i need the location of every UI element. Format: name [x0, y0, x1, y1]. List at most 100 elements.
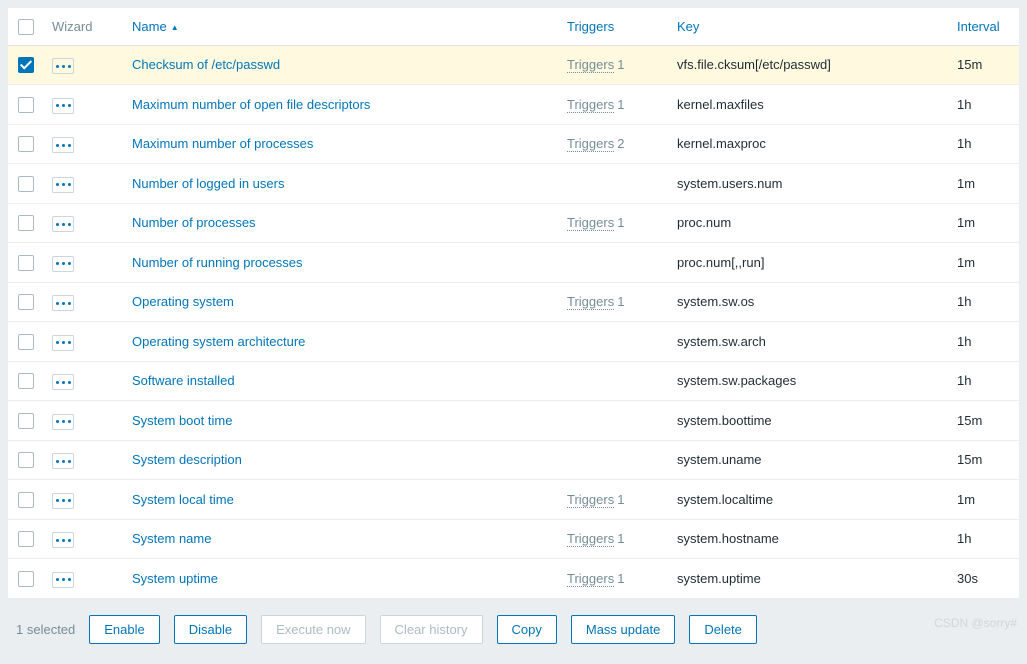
item-key: kernel.maxfiles: [669, 85, 949, 125]
item-name-link[interactable]: Number of logged in users: [132, 176, 284, 191]
wizard-menu-icon[interactable]: [52, 216, 74, 232]
wizard-menu-icon[interactable]: [52, 295, 74, 311]
item-name-link[interactable]: System local time: [132, 492, 234, 507]
wizard-menu-icon[interactable]: [52, 453, 74, 469]
wizard-menu-icon[interactable]: [52, 572, 74, 588]
triggers-count: 1: [617, 492, 624, 507]
wizard-menu-icon[interactable]: [52, 256, 74, 272]
item-name-link[interactable]: Number of running processes: [132, 255, 303, 270]
wizard-menu-icon[interactable]: [52, 414, 74, 430]
items-table: Wizard Name Triggers Key Interval Checks…: [8, 8, 1019, 599]
item-name-link[interactable]: Maximum number of open file descriptors: [132, 97, 370, 112]
item-interval: 1h: [949, 361, 1019, 401]
item-interval: 1m: [949, 203, 1019, 243]
disable-button[interactable]: Disable: [174, 615, 247, 644]
item-key: proc.num[,,run]: [669, 243, 949, 283]
row-checkbox[interactable]: [18, 413, 34, 429]
triggers-link[interactable]: Triggers: [567, 215, 614, 231]
wizard-menu-icon[interactable]: [52, 335, 74, 351]
item-key: kernel.maxproc: [669, 124, 949, 164]
item-name-link[interactable]: System boot time: [132, 413, 232, 428]
item-interval: 1h: [949, 519, 1019, 559]
triggers-link[interactable]: Triggers: [567, 97, 614, 113]
mass-update-button[interactable]: Mass update: [571, 615, 675, 644]
triggers-count: 2: [617, 136, 624, 151]
item-name-link[interactable]: Checksum of /etc/passwd: [132, 57, 280, 72]
item-interval: 1h: [949, 124, 1019, 164]
triggers-link[interactable]: Triggers: [567, 294, 614, 310]
item-interval: 15m: [949, 440, 1019, 480]
triggers-count: 1: [617, 57, 624, 72]
triggers-link[interactable]: Triggers: [567, 492, 614, 508]
select-all-checkbox[interactable]: [18, 19, 34, 35]
item-interval: 1h: [949, 322, 1019, 362]
item-name-link[interactable]: Software installed: [132, 373, 235, 388]
triggers-link[interactable]: Triggers: [567, 531, 614, 547]
copy-button[interactable]: Copy: [497, 615, 557, 644]
triggers-count: 1: [617, 294, 624, 309]
item-interval: 1m: [949, 164, 1019, 204]
row-checkbox[interactable]: [18, 571, 34, 587]
item-name-link[interactable]: Maximum number of processes: [132, 136, 313, 151]
table-row: Operating systemTriggers1system.sw.os1h: [8, 282, 1019, 322]
wizard-menu-icon[interactable]: [52, 177, 74, 193]
table-row: Maximum number of processes Triggers2 kern…: [8, 124, 1019, 164]
table-row: System name Triggers1 system.hostname1h: [8, 519, 1019, 559]
table-row: System descriptionsystem.uname15m: [8, 440, 1019, 480]
table-row: Number of processesTriggers1proc.num1m: [8, 203, 1019, 243]
triggers-count: 1: [617, 97, 624, 112]
triggers-link[interactable]: Triggers: [567, 571, 614, 587]
row-checkbox[interactable]: [18, 57, 34, 73]
col-wizard: Wizard: [44, 8, 124, 45]
item-interval: 1h: [949, 282, 1019, 322]
col-interval[interactable]: Interval: [949, 8, 1019, 45]
item-key: system.hostname: [669, 519, 949, 559]
wizard-menu-icon[interactable]: [52, 98, 74, 114]
item-name-link[interactable]: Number of processes: [132, 215, 256, 230]
item-name-link[interactable]: Operating system: [132, 294, 234, 309]
wizard-menu-icon[interactable]: [52, 374, 74, 390]
table-row: Checksum of /etc/passwd Triggers1 vfs.file…: [8, 45, 1019, 85]
triggers-count: 1: [617, 531, 624, 546]
item-key: system.boottime: [669, 401, 949, 441]
item-name-link[interactable]: System name: [132, 531, 211, 546]
triggers-link[interactable]: Triggers: [567, 136, 614, 152]
table-header-row: Wizard Name Triggers Key Interval: [8, 8, 1019, 45]
wizard-menu-icon[interactable]: [52, 493, 74, 509]
col-triggers[interactable]: Triggers: [559, 8, 669, 45]
col-name[interactable]: Name: [124, 8, 559, 45]
wizard-menu-icon[interactable]: [52, 58, 74, 74]
table-row: Number of logged in users system.users.nu…: [8, 164, 1019, 204]
row-checkbox[interactable]: [18, 136, 34, 152]
row-checkbox[interactable]: [18, 334, 34, 350]
clear-history-button: Clear history: [380, 615, 483, 644]
row-checkbox[interactable]: [18, 176, 34, 192]
delete-button[interactable]: Delete: [689, 615, 757, 644]
item-key: system.users.num: [669, 164, 949, 204]
item-key: system.sw.arch: [669, 322, 949, 362]
item-interval: 15m: [949, 401, 1019, 441]
row-checkbox[interactable]: [18, 215, 34, 231]
item-name-link[interactable]: System uptime: [132, 571, 218, 586]
item-key: vfs.file.cksum[/etc/passwd]: [669, 45, 949, 85]
row-checkbox[interactable]: [18, 452, 34, 468]
enable-button[interactable]: Enable: [89, 615, 159, 644]
row-checkbox[interactable]: [18, 255, 34, 271]
row-checkbox[interactable]: [18, 492, 34, 508]
item-name-link[interactable]: Operating system architecture: [132, 334, 305, 349]
table-row: Number of running processes proc.num[,,ru…: [8, 243, 1019, 283]
col-key[interactable]: Key: [669, 8, 949, 45]
item-key: system.sw.packages: [669, 361, 949, 401]
wizard-menu-icon[interactable]: [52, 137, 74, 153]
triggers-link[interactable]: Triggers: [567, 57, 614, 73]
row-checkbox[interactable]: [18, 531, 34, 547]
wizard-menu-icon[interactable]: [52, 532, 74, 548]
item-name-link[interactable]: System description: [132, 452, 242, 467]
table-row: Operating system architecture system.sw.a…: [8, 322, 1019, 362]
selected-count: 1 selected: [16, 622, 75, 637]
table-row: Software installed system.sw.packages1h: [8, 361, 1019, 401]
table-row: Maximum number of open file descriptors T…: [8, 85, 1019, 125]
row-checkbox[interactable]: [18, 294, 34, 310]
row-checkbox[interactable]: [18, 373, 34, 389]
row-checkbox[interactable]: [18, 97, 34, 113]
